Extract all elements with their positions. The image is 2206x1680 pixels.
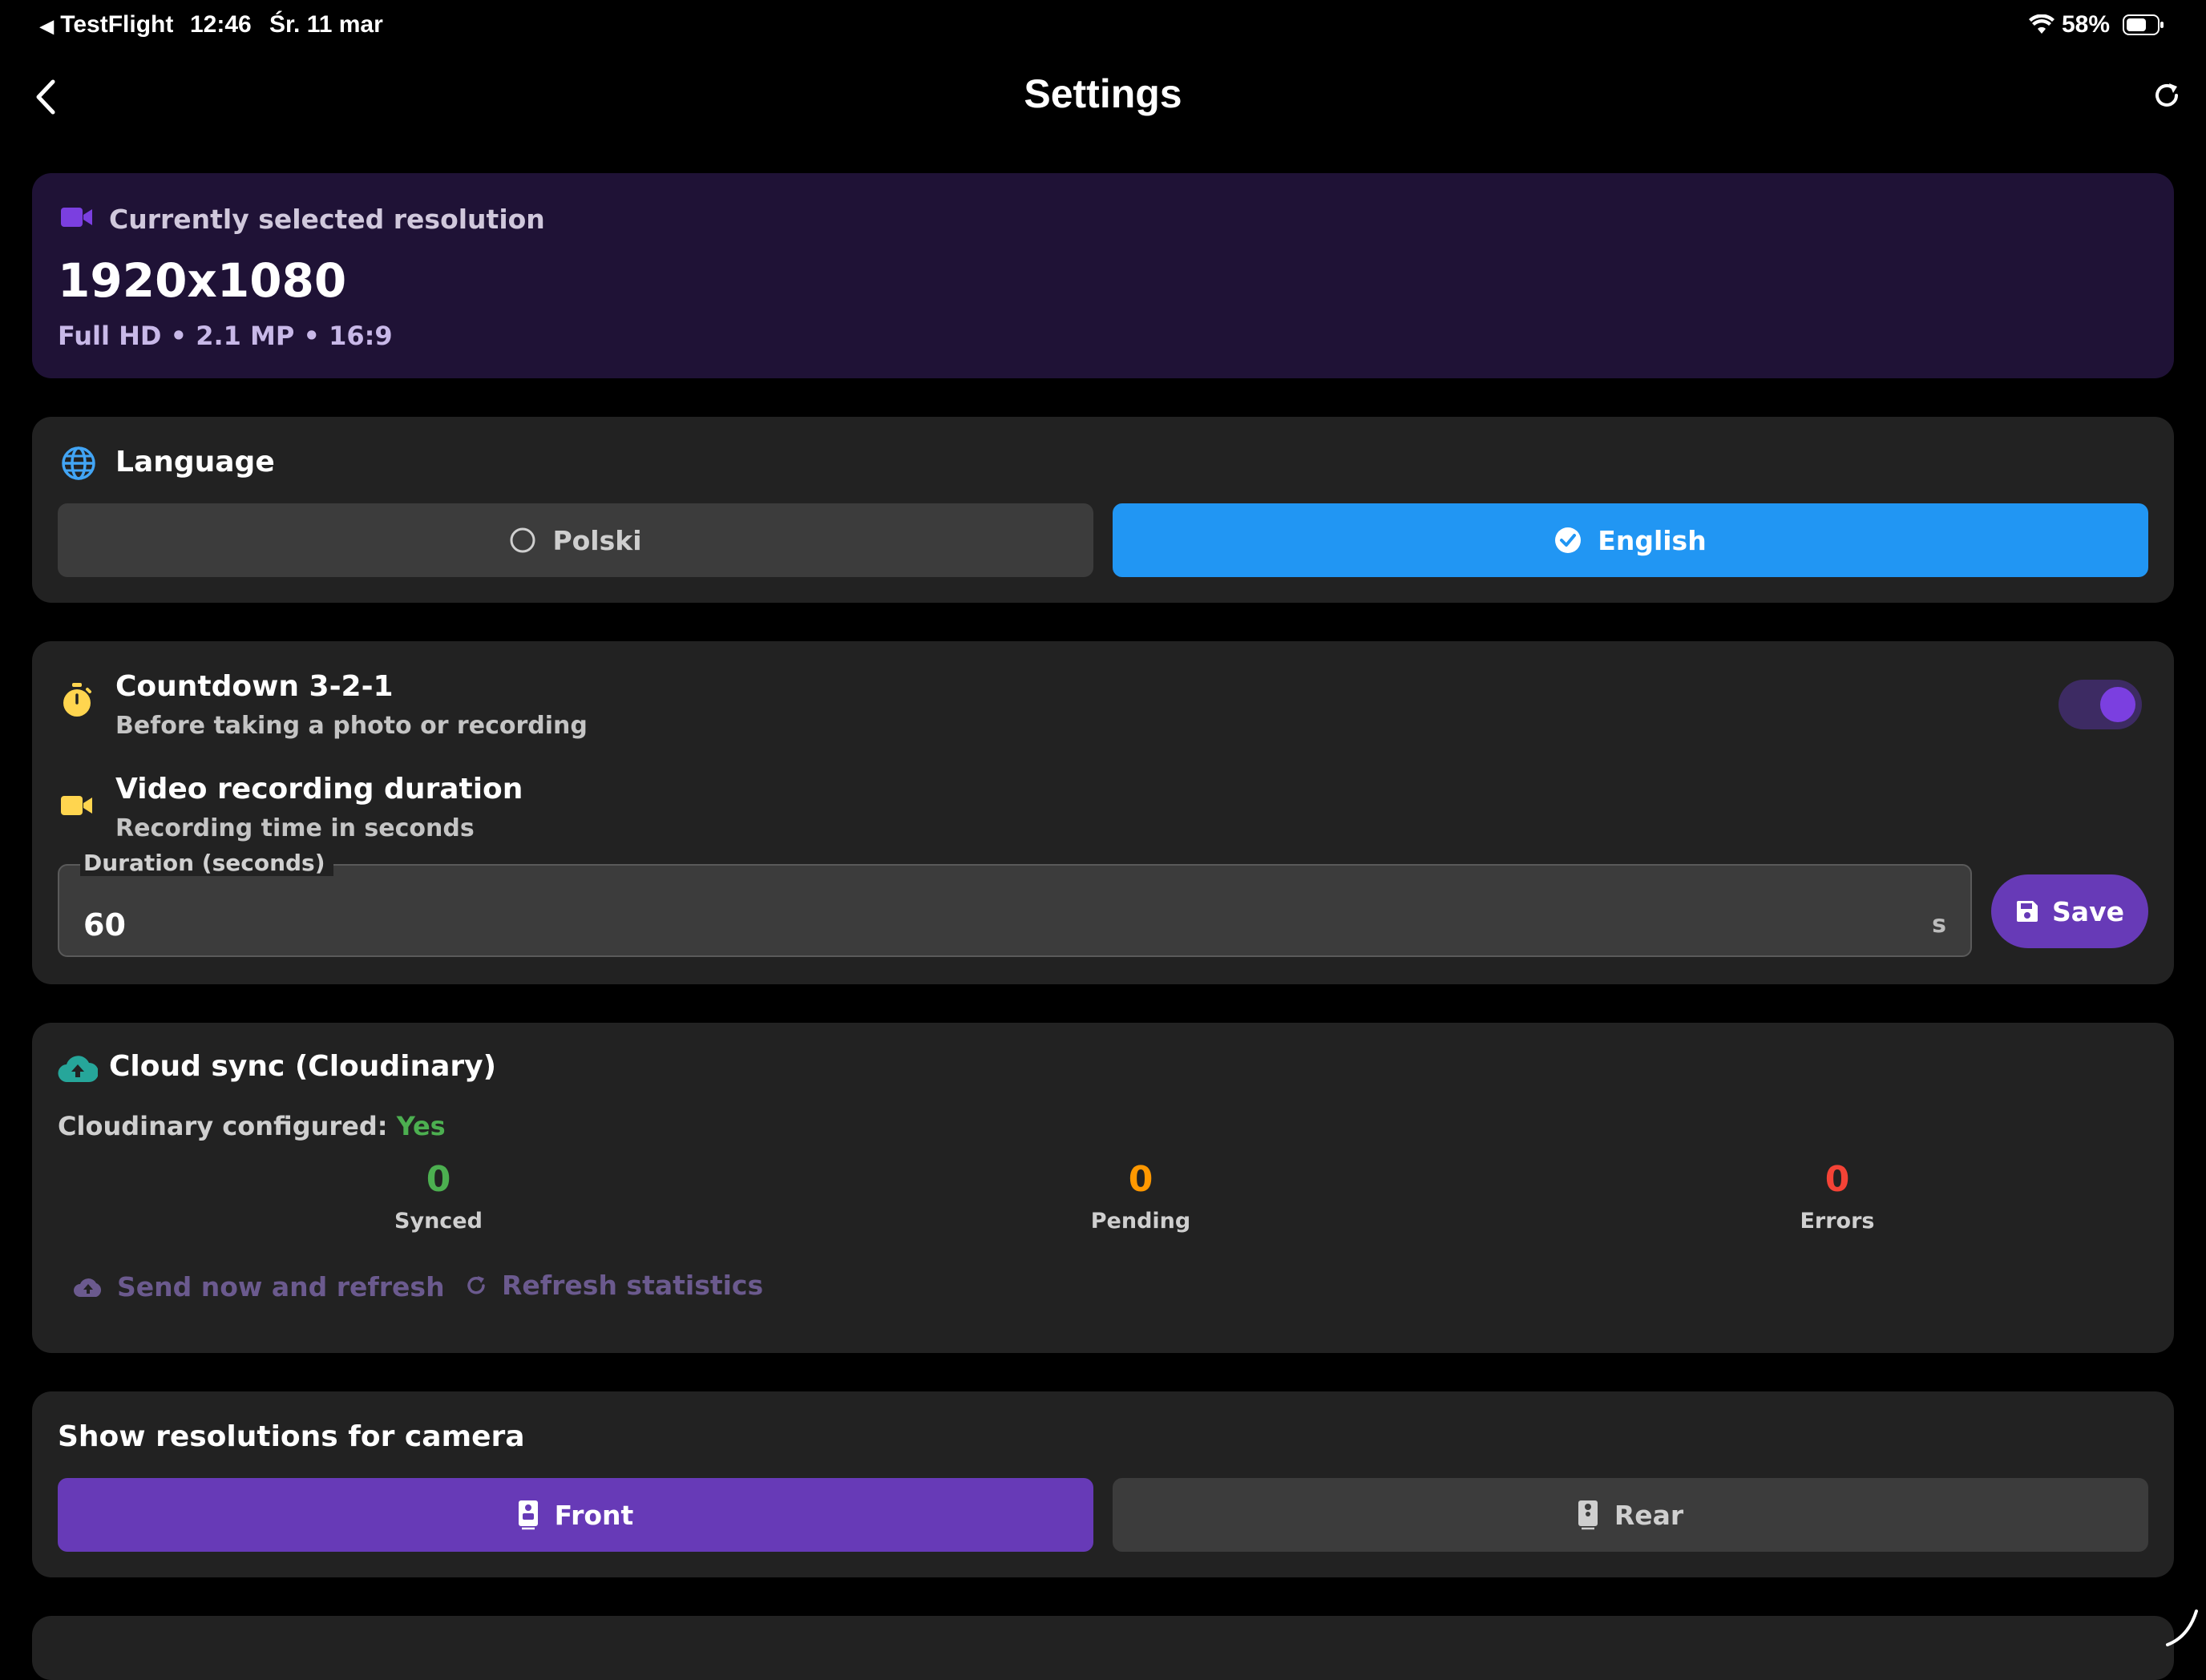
refresh-icon <box>467 1275 485 1294</box>
video-duration-subtitle: Recording time in seconds <box>115 814 475 842</box>
duration-value: 60 <box>83 907 126 943</box>
status-date: Śr. 11 mar <box>269 11 383 38</box>
next-card-partial <box>32 1616 2174 1680</box>
camera-front-button[interactable]: Front <box>58 1478 1093 1552</box>
language-title: Language <box>115 446 275 479</box>
language-option-polski[interactable]: Polski <box>58 503 1093 577</box>
back-triangle-icon: ◀ <box>40 16 54 36</box>
language-option-english[interactable]: English <box>1113 503 2148 577</box>
save-button[interactable]: Save <box>1991 874 2148 948</box>
language-card: Language Polski English <box>32 417 2174 603</box>
pending-count: 0 <box>1128 1159 1154 1200</box>
wifi-icon <box>2028 14 2055 38</box>
floppy-disk-icon <box>2017 901 2038 922</box>
resolution-value: 1920x1080 <box>58 253 347 308</box>
video-camera-icon <box>61 205 93 232</box>
cloud-configured-label: Cloudinary configured: <box>58 1111 388 1141</box>
resolution-card: Currently selected resolution 1920x1080 … <box>32 173 2174 378</box>
front-camera-icon <box>518 1500 538 1530</box>
check-circle-icon <box>1555 527 1582 553</box>
refresh-statistics-button[interactable]: Refresh statistics <box>465 1270 763 1301</box>
camera-card: Show resolutions for camera Front Rear <box>32 1391 2174 1577</box>
pending-label: Pending <box>1090 1209 1191 1234</box>
home-indicator <box>2164 1608 2200 1653</box>
cloud-send-icon <box>74 1278 102 1297</box>
countdown-title: Countdown 3-2-1 <box>115 670 394 703</box>
camera-rear-button[interactable]: Rear <box>1113 1478 2148 1552</box>
duration-field[interactable]: 60 s <box>58 864 1972 957</box>
errors-count: 0 <box>1824 1159 1850 1200</box>
countdown-toggle[interactable] <box>2059 680 2142 729</box>
synced-label: Synced <box>394 1209 483 1234</box>
status-time: 12:46 <box>190 11 252 38</box>
cloud-upload-icon <box>58 1053 99 1087</box>
duration-field-label: Duration (seconds) <box>80 850 333 876</box>
duration-unit: s <box>1932 911 1946 939</box>
camera-title: Show resolutions for camera <box>58 1420 525 1453</box>
toggle-knob <box>2100 687 2135 722</box>
globe-icon <box>61 446 96 484</box>
cloud-sync-card: Cloud sync (Cloudinary) Cloudinary confi… <box>32 1023 2174 1353</box>
resolution-label: Currently selected resolution <box>109 204 545 235</box>
reload-icon[interactable] <box>2151 80 2182 114</box>
recording-card: Countdown 3-2-1 Before taking a photo or… <box>32 641 2174 984</box>
send-now-button[interactable]: Send now and refresh <box>74 1271 445 1302</box>
countdown-subtitle: Before taking a photo or recording <box>115 712 588 740</box>
timer-icon <box>61 683 93 721</box>
video-icon <box>61 794 93 821</box>
errors-label: Errors <box>1800 1209 1875 1234</box>
battery-percent: 58% <box>2062 11 2111 38</box>
page-title: Settings <box>1024 71 1182 116</box>
video-duration-title: Video recording duration <box>115 773 523 806</box>
cloud-configured-value: Yes <box>396 1111 446 1141</box>
synced-count: 0 <box>426 1159 451 1200</box>
status-back-app[interactable]: ◀ TestFlight <box>40 11 173 38</box>
radio-unchecked-icon <box>510 527 535 553</box>
resolution-details: Full HD • 2.1 MP • 16:9 <box>58 321 393 351</box>
cloud-sync-title: Cloud sync (Cloudinary) <box>109 1050 497 1083</box>
cloud-configured-row: Cloudinary configured: Yes <box>58 1111 446 1141</box>
battery-icon <box>2123 14 2164 38</box>
rear-camera-icon <box>1578 1500 1598 1530</box>
